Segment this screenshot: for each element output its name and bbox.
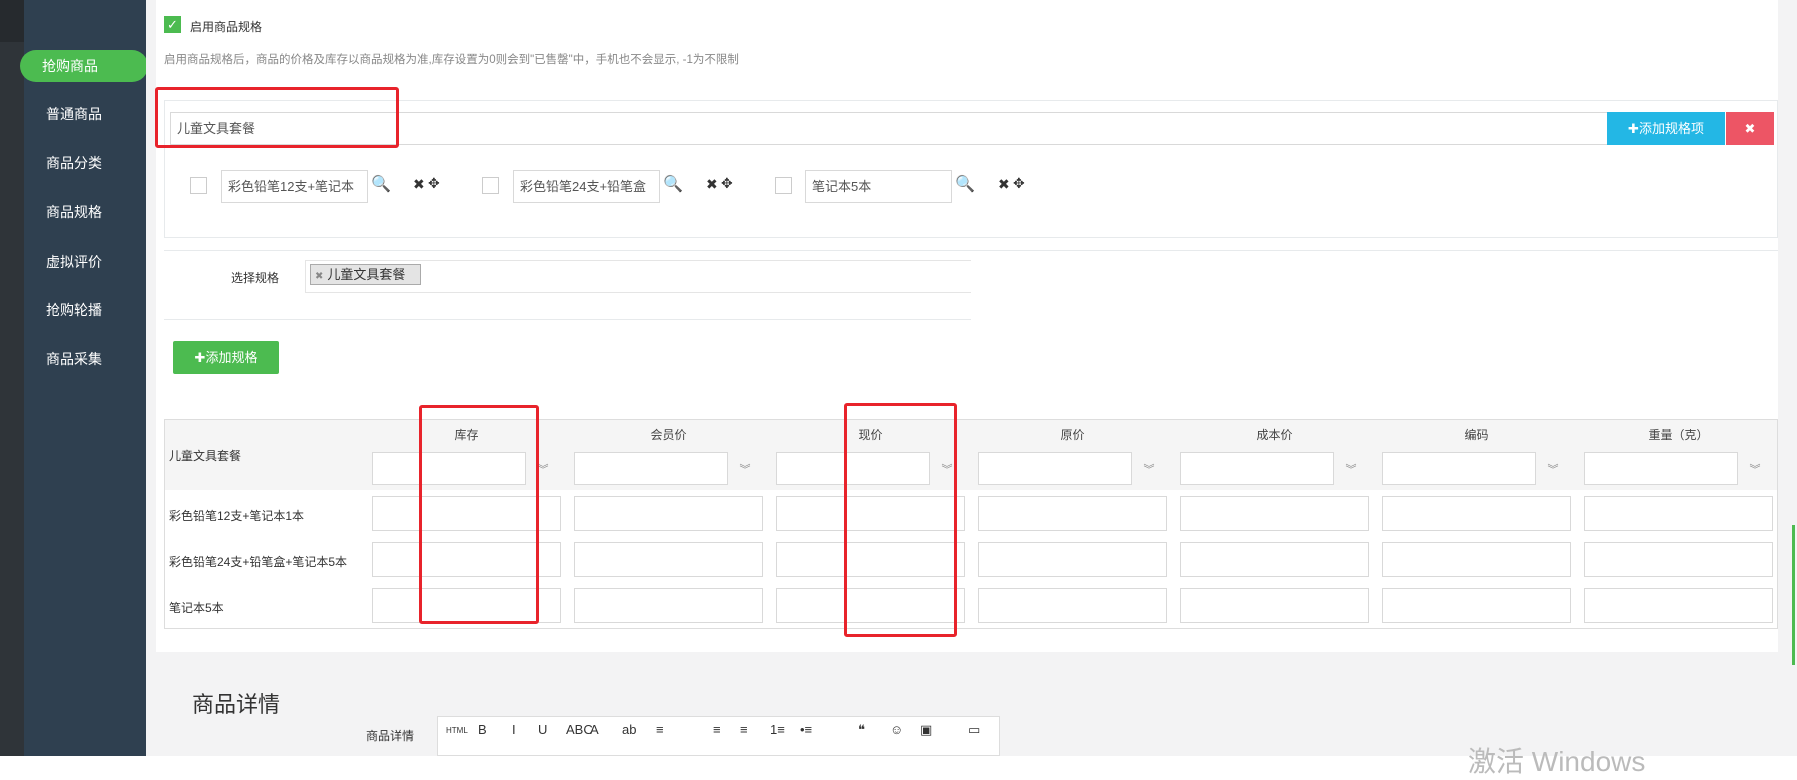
sidebar-item-goods-category[interactable]: 商品分类 — [24, 147, 146, 179]
delete-spec-group-button[interactable]: ✖ — [1726, 112, 1774, 145]
spec-tag-label: 儿童文具套餐 — [327, 267, 406, 282]
add-spec-item-button[interactable]: ✚添加规格项 — [1607, 112, 1725, 145]
details-field-label: 商品详情 — [366, 729, 415, 743]
chevron-down-icon[interactable]: ︾ — [1742, 461, 1768, 477]
enable-spec-label: 启用商品规格 — [190, 20, 263, 34]
add-spec-label: 添加规格 — [205, 350, 258, 365]
table-group-label: 儿童文具套餐 — [169, 449, 242, 463]
row-label: 彩色铅笔24支+铅笔盒+笔记本5本 — [169, 555, 348, 569]
cell-input[interactable] — [1180, 496, 1369, 531]
chevron-down-icon[interactable]: ︾ — [732, 461, 758, 477]
spec-item-checkbox[interactable] — [482, 177, 499, 194]
cell-input[interactable] — [1180, 588, 1369, 623]
cell-input[interactable] — [574, 496, 763, 531]
row-label: 彩色铅笔12支+笔记本1本 — [169, 509, 305, 523]
plus-icon: ✚ — [1628, 121, 1639, 136]
image-search-icon[interactable]: 🔍 — [955, 174, 975, 194]
cell-input[interactable] — [574, 542, 763, 577]
spec-item-input[interactable]: 彩色铅笔12支+笔记本 — [221, 170, 368, 203]
enable-spec-checkbox[interactable]: ✓ — [164, 16, 181, 33]
sidebar-item-normal-goods[interactable]: 普通商品 — [24, 98, 146, 130]
remove-icon[interactable]: ✖ — [706, 176, 718, 193]
sidebar-item-virtual-review[interactable]: 虚拟评价 — [24, 246, 146, 278]
cell-input[interactable] — [1584, 496, 1773, 531]
enable-spec-hint: 启用商品规格后，商品的价格及库存以商品规格为准,库存设置为0则会到"已售罄"中，… — [164, 54, 739, 66]
select-spec-label: 选择规格 — [231, 271, 280, 285]
plus-icon: ✚ — [194, 350, 206, 365]
add-spec-button[interactable]: ✚添加规格 — [173, 341, 279, 374]
editor-tool-10[interactable]: 1≡ — [770, 722, 785, 737]
sidebar-item-flash-sale-goods[interactable]: 抢购商品 — [20, 50, 148, 82]
editor-tool-8[interactable]: ≡ — [713, 722, 721, 737]
cell-input[interactable] — [1584, 588, 1773, 623]
column-header: 成本价 — [1256, 428, 1293, 442]
left-strip-top — [0, 0, 24, 42]
spec-item-input[interactable]: 彩色铅笔24支+铅笔盒 — [513, 170, 660, 203]
editor-tool-7[interactable]: ≡ — [656, 722, 664, 737]
cell-input[interactable] — [1382, 496, 1571, 531]
windows-activation-watermark: 激活 Windows — [1468, 746, 1646, 777]
batch-input[interactable] — [574, 452, 728, 485]
editor-tool-15[interactable]: ▭ — [968, 722, 980, 738]
spec-item-checkbox[interactable] — [190, 177, 207, 194]
cell-input[interactable] — [978, 496, 1167, 531]
chevron-down-icon[interactable]: ︾ — [1338, 461, 1364, 477]
cell-input[interactable] — [1382, 588, 1571, 623]
image-search-icon[interactable]: 🔍 — [371, 174, 391, 194]
cell-input[interactable] — [978, 588, 1167, 623]
scroll-indicator[interactable] — [1792, 525, 1795, 665]
cell-input[interactable] — [1382, 542, 1571, 577]
cell-input[interactable] — [1180, 542, 1369, 577]
editor-tool-3[interactable]: U — [538, 722, 547, 737]
tag-remove-icon[interactable]: ✖ — [315, 271, 323, 282]
cell-input[interactable] — [1584, 542, 1773, 577]
batch-input[interactable] — [1180, 452, 1334, 485]
batch-input[interactable] — [1584, 452, 1738, 485]
batch-input[interactable] — [1382, 452, 1536, 485]
editor-tool-11[interactable]: •≡ — [800, 722, 812, 737]
editor-tool-14[interactable]: ▣ — [920, 722, 932, 738]
editor-tool-6[interactable]: ab — [622, 722, 636, 737]
spec-item-input[interactable]: 笔记本5本 — [805, 170, 952, 203]
cell-input[interactable] — [978, 542, 1167, 577]
editor-tool-1[interactable]: B — [478, 722, 487, 737]
editor-tool-12[interactable]: ❝ — [858, 722, 865, 738]
chevron-down-icon[interactable]: ︾ — [1136, 461, 1162, 477]
cell-input[interactable] — [574, 588, 763, 623]
editor-tool-9[interactable]: ≡ — [740, 722, 748, 737]
divider — [164, 250, 1778, 251]
highlight-stock-column — [419, 405, 539, 624]
editor-tool-4[interactable]: ABC — [566, 722, 593, 737]
column-header: 编码 — [1464, 428, 1489, 442]
add-spec-item-label: 添加规格项 — [1638, 121, 1704, 136]
move-icon[interactable]: ✥ — [428, 175, 440, 192]
remove-icon[interactable]: ✖ — [998, 176, 1010, 193]
remove-icon[interactable]: ✖ — [413, 176, 425, 193]
column-header: 重量（克） — [1648, 428, 1709, 442]
editor-tool-5[interactable]: A — [590, 722, 599, 737]
row-label: 笔记本5本 — [169, 601, 224, 615]
move-icon[interactable]: ✥ — [721, 175, 733, 192]
spec-item-checkbox[interactable] — [775, 177, 792, 194]
batch-input[interactable] — [978, 452, 1132, 485]
app-left-strip — [0, 0, 24, 756]
highlight-price-column — [844, 403, 957, 637]
highlight-spec-name — [155, 87, 399, 148]
details-section-title: 商品详情 — [192, 692, 281, 717]
editor-tool-13[interactable]: ☺ — [890, 722, 903, 737]
sidebar-item-goods-collect[interactable]: 商品采集 — [24, 343, 146, 375]
image-search-icon[interactable]: 🔍 — [663, 174, 683, 194]
chevron-down-icon[interactable]: ︾ — [1540, 461, 1566, 477]
editor-tool-2[interactable]: I — [512, 722, 516, 737]
column-header: 会员价 — [650, 428, 687, 442]
spec-tag[interactable]: ✖ 儿童文具套餐 — [310, 264, 421, 285]
sidebar: 抢购商品 普通商品 商品分类 商品规格 虚拟评价 抢购轮播 商品采集 — [20, 0, 148, 756]
editor-tool-0[interactable]: HTML — [446, 726, 468, 735]
column-header: 原价 — [1060, 428, 1085, 442]
close-icon: ✖ — [1744, 121, 1756, 136]
move-icon[interactable]: ✥ — [1013, 175, 1025, 192]
sidebar-item-flash-carousel[interactable]: 抢购轮播 — [24, 294, 146, 326]
sidebar-item-goods-spec[interactable]: 商品规格 — [24, 196, 146, 228]
divider — [164, 319, 971, 320]
